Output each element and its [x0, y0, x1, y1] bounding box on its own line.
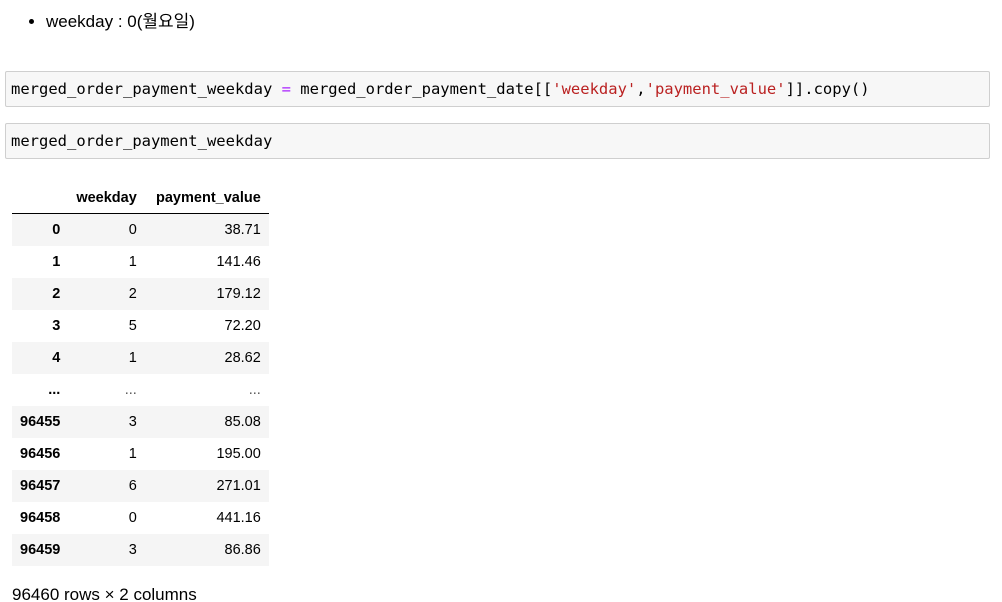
row-index: ... [48, 382, 61, 398]
table-row: 96455 3 85.08 [12, 406, 269, 438]
cell-weekday: 5 [128, 318, 137, 334]
row-index: 4 [52, 350, 61, 366]
row-index: 0 [52, 222, 61, 238]
table-row: 96458 0 441.16 [12, 502, 269, 534]
cell-payment-value: 38.71 [224, 222, 261, 238]
cell-weekday: 6 [128, 478, 137, 494]
code-token: merged_order_payment_date[[ [290, 80, 553, 98]
code-cell-display-dataframe[interactable]: merged_order_payment_weekday [5, 123, 990, 159]
markdown-bullet-list: weekday : 0(월요일) [28, 10, 195, 34]
cell-payment-value: ... [248, 382, 261, 398]
cell-weekday: 1 [128, 446, 137, 462]
code-token: 'weekday' [552, 80, 637, 98]
table-row: 2 2 179.12 [12, 278, 269, 310]
code-token: merged_order_payment_weekday [11, 80, 282, 98]
row-index: 96458 [20, 510, 61, 526]
column-header-payment-value: payment_value [144, 182, 269, 214]
index-header [12, 182, 69, 214]
dataframe-shape-summary: 96460 rows × 2 columns [12, 585, 197, 602]
column-header-weekday: weekday [68, 182, 145, 214]
notebook-output-area: weekday : 0(월요일) merged_order_payment_we… [0, 0, 1002, 602]
cell-payment-value: 28.62 [224, 350, 261, 366]
row-index: 96459 [20, 542, 61, 558]
cell-weekday: 0 [128, 510, 137, 526]
cell-payment-value: 85.08 [224, 414, 261, 430]
table-header-row: weekday payment_value [12, 182, 269, 214]
cell-weekday: 2 [128, 286, 137, 302]
cell-weekday: 0 [128, 222, 137, 238]
table-row: 0 0 38.71 [12, 213, 269, 246]
table-row: ......... [12, 374, 269, 406]
cell-weekday: ... [124, 382, 137, 398]
table-row: 4 1 28.62 [12, 342, 269, 374]
cell-weekday: 3 [128, 414, 137, 430]
table-row: 96456 1 195.00 [12, 438, 269, 470]
code-token: ]].copy() [785, 80, 870, 98]
table-row: 96459 3 86.86 [12, 534, 269, 566]
cell-weekday: 1 [128, 254, 137, 270]
code-token: , [636, 80, 646, 98]
table-row: 1 1 141.46 [12, 246, 269, 278]
row-index: 3 [52, 318, 61, 334]
code-token: merged_order_payment_weekday [11, 132, 273, 150]
markdown-bullet-item: weekday : 0(월요일) [46, 10, 195, 34]
cell-payment-value: 195.00 [216, 446, 261, 462]
cell-payment-value: 271.01 [216, 478, 261, 494]
cell-payment-value: 179.12 [216, 286, 261, 302]
cell-payment-value: 141.46 [216, 254, 261, 270]
code-token: = [281, 80, 291, 98]
table-row: 96457 6 271.01 [12, 470, 269, 502]
table-row: 3 5 72.20 [12, 310, 269, 342]
cell-payment-value: 441.16 [216, 510, 261, 526]
row-index: 96455 [20, 414, 61, 430]
row-index: 2 [52, 286, 61, 302]
code-cell-copy-columns[interactable]: merged_order_payment_weekday = merged_or… [5, 71, 990, 107]
row-index: 96456 [20, 446, 61, 462]
row-index: 1 [52, 254, 61, 270]
table-body: 0 0 38.71 1 1 141.46 2 2 179.12 3 5 72.20 4 1 28.62...… [12, 213, 269, 566]
dataframe-table: weekday payment_value 0 0 38.71 1 1 141.46 2 2 1… [12, 182, 269, 566]
code-token: 'payment_value' [645, 80, 786, 98]
cell-weekday: 3 [128, 542, 137, 558]
cell-weekday: 1 [128, 350, 137, 366]
dataframe-output: weekday payment_value 0 0 38.71 1 1 141.46 2 2 1… [12, 182, 269, 566]
cell-payment-value: 86.86 [224, 542, 261, 558]
cell-payment-value: 72.20 [224, 318, 261, 334]
row-index: 96457 [20, 478, 61, 494]
